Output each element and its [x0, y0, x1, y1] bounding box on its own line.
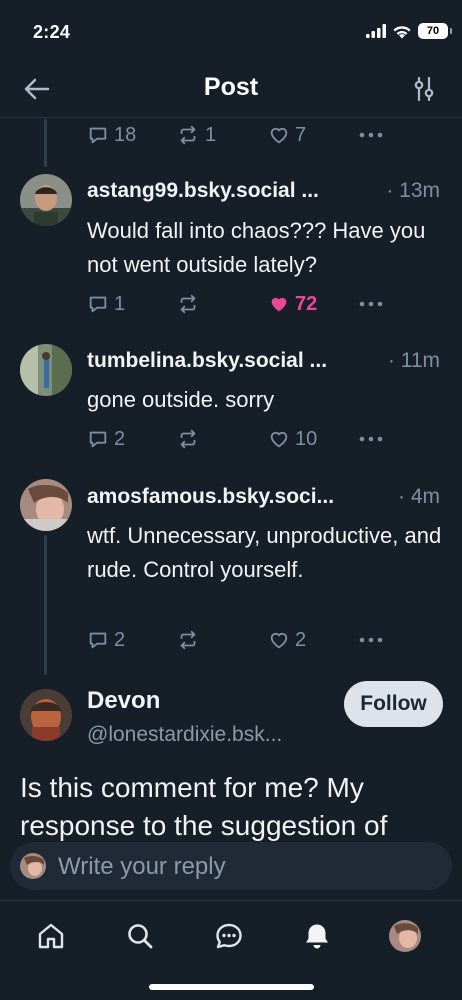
- thread-line: [44, 535, 47, 675]
- parent-post-actions: 18 1 7: [87, 121, 387, 149]
- battery-indicator: 70: [418, 23, 452, 39]
- like-count: 7: [295, 123, 307, 146]
- sliders-icon: [414, 76, 434, 102]
- profile-avatar: [389, 920, 421, 952]
- reply-actions: 1 72: [87, 290, 387, 318]
- post-text: Is this comment for me? My response to t…: [20, 772, 388, 841]
- home-indicator: [149, 984, 314, 990]
- ellipsis-icon: [359, 132, 383, 138]
- ellipsis-icon: [359, 301, 383, 307]
- reply-composer[interactable]: Write your reply: [10, 842, 452, 890]
- comment-icon: [89, 431, 107, 448]
- chat-icon: [216, 923, 242, 949]
- reply-count: 2: [114, 427, 126, 450]
- home-icon: [38, 923, 64, 949]
- ellipsis-icon: [359, 436, 383, 442]
- reply-button[interactable]: 1: [87, 290, 125, 318]
- reply-timestamp: · 11m: [387, 349, 440, 372]
- more-options-button[interactable]: [359, 626, 383, 654]
- avatar[interactable]: [20, 174, 72, 226]
- reply-count: 18: [114, 123, 137, 146]
- status-icons: 70: [366, 23, 452, 39]
- thread-content[interactable]: 18 1 7 astang99.bsky.social ... · 13m Wo…: [0, 119, 462, 842]
- repost-icon: [180, 125, 196, 145]
- heart-filled-icon: [271, 297, 287, 312]
- repost-icon: [180, 429, 196, 449]
- reply-author-handle[interactable]: amosfamous.bsky.soci...: [87, 485, 334, 509]
- author-avatar[interactable]: [20, 689, 72, 741]
- repost-button[interactable]: 1: [176, 121, 216, 149]
- follow-button[interactable]: Follow: [344, 681, 443, 727]
- reply-count: 1: [114, 292, 126, 315]
- more-options-button[interactable]: [359, 290, 383, 318]
- bell-icon: [306, 924, 328, 949]
- repost-count: 1: [205, 123, 217, 146]
- heart-icon: [270, 431, 288, 448]
- like-button[interactable]: 7: [268, 121, 306, 149]
- tab-notifications[interactable]: [300, 919, 334, 953]
- thread-settings-button[interactable]: [412, 76, 436, 102]
- comment-icon: [89, 127, 107, 144]
- repost-button[interactable]: [176, 290, 200, 318]
- more-options-button[interactable]: [359, 121, 383, 149]
- thread-line: [44, 119, 47, 167]
- reply-author-handle[interactable]: tumbelina.bsky.social ...: [87, 349, 327, 373]
- reply-actions: 2 2: [87, 626, 387, 654]
- tab-search[interactable]: [123, 919, 157, 953]
- tab-home[interactable]: [34, 919, 68, 953]
- more-options-button[interactable]: [359, 425, 383, 453]
- avatar[interactable]: [20, 479, 72, 531]
- repost-button[interactable]: [176, 626, 200, 654]
- heart-icon: [270, 632, 288, 649]
- cellular-signal-icon: [366, 24, 386, 38]
- avatar[interactable]: [20, 344, 72, 396]
- avatar: [20, 853, 46, 879]
- reply-actions: 2 10: [87, 425, 387, 453]
- repost-icon: [180, 294, 196, 314]
- like-count: 72: [295, 292, 318, 315]
- tab-profile[interactable]: [388, 919, 422, 953]
- header: Post: [0, 60, 462, 118]
- wifi-icon: [392, 24, 412, 39]
- reply-text: Would fall into chaos??? Have you not we…: [87, 218, 426, 277]
- reply-timestamp: · 13m: [386, 179, 440, 202]
- like-count: 10: [295, 427, 318, 450]
- page-title: Post: [203, 73, 259, 101]
- author-handle[interactable]: @lonestardixie.bsk...: [87, 723, 282, 747]
- like-button[interactable]: 72: [268, 290, 317, 318]
- reply-count: 2: [114, 628, 126, 651]
- reply-author-handle[interactable]: astang99.bsky.social ...: [87, 179, 319, 203]
- reply-text: gone outside. sorry: [87, 387, 275, 412]
- author-display-name[interactable]: Devon: [87, 687, 160, 715]
- ellipsis-icon: [359, 637, 383, 643]
- tab-chat[interactable]: [212, 919, 246, 953]
- reply-timestamp: · 4m: [398, 485, 440, 508]
- reply-button[interactable]: 18: [87, 121, 136, 149]
- reply-button[interactable]: 2: [87, 425, 125, 453]
- heart-icon: [270, 127, 288, 144]
- status-time: 2:24: [33, 22, 71, 42]
- comment-icon: [89, 296, 107, 313]
- repost-icon: [180, 630, 196, 650]
- reply-placeholder[interactable]: Write your reply: [58, 853, 226, 881]
- status-bar: 2:24 70: [0, 0, 462, 60]
- like-button[interactable]: 2: [268, 626, 306, 654]
- like-button[interactable]: 10: [268, 425, 317, 453]
- like-count: 2: [295, 628, 307, 651]
- comment-icon: [89, 632, 107, 649]
- reply-text: wtf. Unnecessary, unproductive, and rude…: [87, 523, 442, 582]
- repost-button[interactable]: [176, 425, 200, 453]
- search-icon: [128, 924, 153, 949]
- reply-button[interactable]: 2: [87, 626, 125, 654]
